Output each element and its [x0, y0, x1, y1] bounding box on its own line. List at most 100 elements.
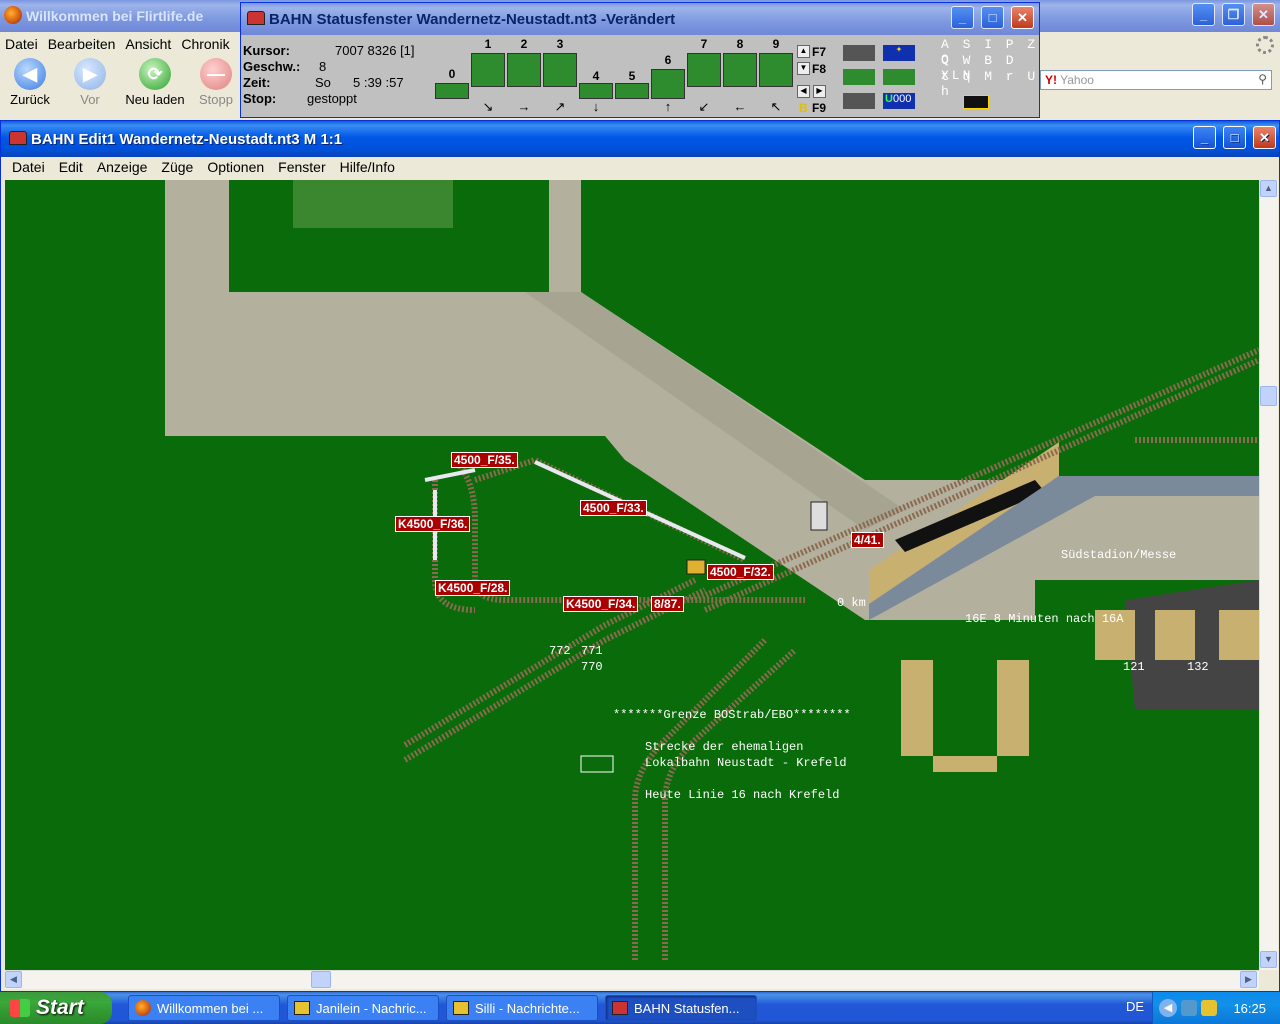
- status-title: BAHN Statusfenster Wandernetz-Neustadt.n…: [269, 10, 676, 28]
- f7-key[interactable]: F7: [812, 45, 826, 59]
- track-number-772: 772: [549, 644, 571, 658]
- dark-tile-icon[interactable]: [843, 93, 875, 109]
- status-maximize-button[interactable]: □: [981, 6, 1004, 29]
- taskbar-item-label: BAHN Statusfen...: [634, 1000, 740, 1016]
- edit-title-bar[interactable]: BAHN Edit1 Wandernetz-Neustadt.nt3 M 1:1…: [1, 121, 1279, 157]
- edit-minimize-button[interactable]: _: [1193, 126, 1216, 149]
- track-tile-7[interactable]: [687, 53, 721, 87]
- track-green-2-icon[interactable]: [883, 69, 915, 85]
- u-structure-left: [901, 660, 933, 756]
- network-icon[interactable]: [1181, 1000, 1197, 1016]
- taskbar-item-silli[interactable]: Silli - Nachrichte...: [446, 995, 598, 1021]
- firefox-minimize-button[interactable]: _: [1192, 3, 1215, 26]
- train-label[interactable]: K4500_F/34.: [563, 596, 639, 612]
- tray-arrow-icon[interactable]: ◀: [1159, 999, 1177, 1017]
- track-map-drawing: [165, 180, 1259, 960]
- border-note: *******Grenze BOStrab/EBO********: [613, 708, 851, 722]
- language-indicator[interactable]: DE: [1126, 999, 1144, 1014]
- firefox-menu-chronik[interactable]: Chronik: [176, 33, 234, 55]
- b-key[interactable]: B: [799, 101, 808, 115]
- scroll-up-button[interactable]: ▲: [1260, 180, 1277, 197]
- train-label[interactable]: K4500_F/36.: [395, 516, 471, 532]
- track-tile-6[interactable]: [651, 69, 685, 99]
- horizontal-scrollbar[interactable]: ◀ ▶: [5, 970, 1259, 989]
- edit-close-button[interactable]: ✕: [1253, 126, 1276, 149]
- search-icon[interactable]: ⚲: [1258, 72, 1267, 86]
- bus-bay-3: [1219, 610, 1259, 660]
- track-tile-3[interactable]: [543, 53, 577, 87]
- reload-button[interactable]: ⟳ Neu laden: [125, 58, 185, 108]
- status-minimize-button[interactable]: _: [951, 6, 974, 29]
- signal-gray-icon[interactable]: [843, 45, 875, 61]
- bahn-tram-icon: [247, 11, 265, 25]
- track-tile-0[interactable]: [435, 83, 469, 99]
- track-tile-1[interactable]: [471, 53, 505, 87]
- f8-key[interactable]: F8: [812, 62, 826, 76]
- horizontal-scroll-thumb[interactable]: [311, 971, 331, 988]
- train-label[interactable]: K4500_F/28.: [435, 580, 511, 596]
- menu-hilfe-info[interactable]: Hilfe/Info: [333, 157, 402, 179]
- firefox-close-button[interactable]: ✕: [1252, 3, 1275, 26]
- firefox-icon: [4, 6, 22, 24]
- down-spin-button[interactable]: ▼: [797, 62, 810, 75]
- track-tile-5[interactable]: [615, 83, 649, 99]
- track-tile-9[interactable]: [759, 53, 793, 87]
- menu-datei[interactable]: Datei: [5, 157, 52, 179]
- tile-number-3: 3: [556, 37, 564, 51]
- right-spin-button[interactable]: ▶: [813, 85, 826, 98]
- search-input[interactable]: Y! Yahoo ⚲: [1040, 70, 1272, 90]
- train-label[interactable]: 4500_F/33.: [580, 500, 647, 516]
- track-tile-8[interactable]: [723, 53, 757, 87]
- forward-label: Vor: [80, 92, 100, 107]
- route-note-line-2: Lokalbahn Neustadt - Krefeld: [645, 756, 847, 770]
- left-spin-button[interactable]: ◀: [797, 85, 810, 98]
- train-label[interactable]: 4500_F/32.: [707, 564, 774, 580]
- scroll-left-button[interactable]: ◀: [5, 971, 22, 988]
- eu-flag-icon[interactable]: ✦: [883, 45, 915, 61]
- tile-arrow-6: ↑: [664, 99, 672, 114]
- track-green-icon[interactable]: [843, 69, 875, 85]
- stop-button[interactable]: — Stopp: [186, 58, 246, 108]
- track-number-770: 770: [581, 660, 603, 674]
- train-label[interactable]: 4500_F/35.: [451, 452, 518, 468]
- status-close-button[interactable]: ✕: [1011, 6, 1034, 29]
- track-tile-2[interactable]: [507, 53, 541, 87]
- train-label[interactable]: 8/87.: [651, 596, 684, 612]
- firefox-menu-datei[interactable]: Datei: [0, 33, 43, 55]
- taskbar-item-firefox[interactable]: Willkommen bei ...: [128, 995, 280, 1021]
- menu-edit[interactable]: Edit: [52, 157, 90, 179]
- stop-icon: —: [200, 58, 232, 90]
- text-box-outline: [580, 755, 614, 773]
- firefox-icon: [135, 1000, 151, 1016]
- messenger-icon[interactable]: [1201, 1000, 1217, 1016]
- taskbar-item-janilein[interactable]: Janilein - Nachric...: [287, 995, 439, 1021]
- edit-maximize-button[interactable]: □: [1223, 126, 1246, 149]
- firefox-maximize-button[interactable]: ❐: [1222, 3, 1245, 26]
- track-number-771: 771: [581, 644, 603, 658]
- menu-zuege[interactable]: Züge: [154, 157, 200, 179]
- scroll-right-button[interactable]: ▶: [1240, 971, 1257, 988]
- taskbar-item-bahn-status[interactable]: BAHN Statusfen...: [605, 995, 757, 1021]
- track-map-canvas[interactable]: 4500_F/35. 4500_F/33. K4500_F/36. K4500_…: [5, 180, 1259, 970]
- bus-stop-121: 121: [1123, 660, 1145, 674]
- up-spin-button[interactable]: ▲: [797, 45, 810, 58]
- vertical-scrollbar[interactable]: ▲ ▼: [1259, 180, 1278, 970]
- menu-optionen[interactable]: Optionen: [200, 157, 271, 179]
- scroll-down-button[interactable]: ▼: [1260, 951, 1277, 968]
- track-tile-4[interactable]: [579, 83, 613, 99]
- vertical-scroll-thumb[interactable]: [1260, 386, 1277, 406]
- time-label: Zeit:: [243, 75, 271, 90]
- start-button[interactable]: Start: [0, 992, 112, 1024]
- counter-icon[interactable]: U000: [883, 93, 915, 109]
- menu-anzeige[interactable]: Anzeige: [90, 157, 155, 179]
- f9-key[interactable]: F9: [812, 101, 826, 115]
- firefox-menu-bearbeiten[interactable]: Bearbeiten: [43, 33, 121, 55]
- menu-fenster[interactable]: Fenster: [271, 157, 332, 179]
- back-button[interactable]: ◀ Zurück: [0, 58, 60, 108]
- train-label[interactable]: 4/41.: [851, 532, 884, 548]
- status-title-bar[interactable]: BAHN Statusfenster Wandernetz-Neustadt.n…: [241, 3, 1039, 35]
- forward-button[interactable]: ▶ Vor: [60, 58, 120, 108]
- firefox-menu-ansicht[interactable]: Ansicht: [120, 33, 176, 55]
- tile-arrow-7: ↙: [698, 99, 710, 114]
- small-building: [686, 559, 706, 575]
